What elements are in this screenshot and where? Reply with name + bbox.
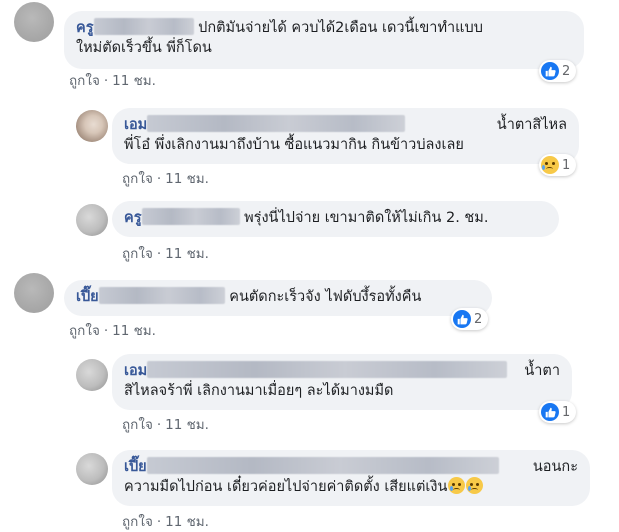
commenter-name[interactable]: เปี๊ย	[124, 457, 499, 475]
commenter-name[interactable]: ครู	[124, 208, 240, 226]
comment-bubble: เอม น้ำตา สิไหลจร้าพี่ เลิกงานมาเมื่อยๆ …	[112, 354, 572, 410]
comment-actions: ถูกใจ · 11 ชม.	[122, 171, 209, 187]
commenter-avatar[interactable]	[76, 110, 108, 142]
like-link[interactable]: ถูกใจ	[122, 514, 153, 530]
reaction-count[interactable]: 1	[539, 154, 577, 176]
timestamp[interactable]: 11 ชม.	[112, 323, 156, 339]
sad-reaction-icon	[541, 156, 559, 174]
timestamp[interactable]: 11 ชม.	[165, 171, 209, 187]
comment-text: พี่โอ๋ พึ่งเลิกงานมาถึงบ้าน ซื้อแนวมากิน…	[124, 137, 464, 153]
timestamp[interactable]: 11 ชม.	[112, 73, 156, 89]
comment-actions: ถูกใจ · 11 ชม.	[122, 514, 209, 530]
comment-text: น้ำตาสิไหล	[496, 117, 567, 133]
comment-text: ปกติมันจ่ายได้ ควบได้2เดือน เดวนี้เขาทำแ…	[198, 20, 483, 36]
commenter-avatar[interactable]	[14, 2, 54, 42]
comment-bubble: ครู ปกติมันจ่ายได้ ควบได้2เดือน เดวนี้เข…	[64, 11, 584, 69]
comment-text: พรุ่งนี่ไปจ่าย เขามาติดให้ไม่เกิน 2. ชม.	[244, 210, 489, 226]
comment-text: คนตัดกะเร็วจัง ไฟดับงึ้รอทั้งคืน	[229, 289, 422, 305]
comment-actions: ถูกใจ · 11 ชม.	[122, 246, 209, 262]
reaction-count[interactable]: 1	[539, 401, 577, 423]
like-link[interactable]: ถูกใจ	[122, 417, 153, 433]
commenter-name[interactable]: เปี๊ย	[76, 287, 225, 305]
timestamp[interactable]: 11 ชม.	[165, 514, 209, 530]
like-link[interactable]: ถูกใจ	[122, 171, 153, 187]
like-link[interactable]: ถูกใจ	[69, 323, 100, 339]
comment-text: ความมืดไปก่อน เดี๋ยวค่อยไปจ่ายค่าติดตั้ง…	[124, 479, 448, 495]
comment-text: ใหม่ตัดเร็วขึ้น พี่ก็โดน	[76, 40, 212, 56]
timestamp[interactable]: 11 ชม.	[165, 246, 209, 262]
comment-actions: ถูกใจ · 11 ชม.	[69, 73, 156, 89]
comment-text: นอนกะ	[532, 459, 578, 475]
like-reaction-icon	[453, 310, 471, 328]
reaction-count[interactable]: 2	[539, 60, 577, 82]
reaction-count[interactable]: 2	[451, 308, 489, 330]
comment-bubble: เอม น้ำตาสิไหล พี่โอ๋ พึ่งเลิกงานมาถึงบ้…	[112, 108, 579, 164]
sad-face-emoji-icon	[466, 477, 484, 494]
like-link[interactable]: ถูกใจ	[69, 73, 100, 89]
timestamp[interactable]: 11 ชม.	[165, 417, 209, 433]
like-reaction-icon	[541, 62, 559, 80]
commenter-name[interactable]: ครู	[76, 18, 194, 36]
comment-bubble: ครู พรุ่งนี่ไปจ่าย เขามาติดให้ไม่เกิน 2.…	[112, 201, 559, 237]
commenter-avatar[interactable]	[76, 453, 108, 485]
comment-text: สิไหลจร้าพี่ เลิกงานมาเมื่อยๆ ละได้มางมม…	[124, 383, 394, 399]
commenter-name[interactable]: เอม	[124, 361, 508, 379]
comment-bubble: เปี๊ย นอนกะ ความมืดไปก่อน เดี๋ยวค่อยไปจ่…	[112, 450, 590, 506]
commenter-avatar[interactable]	[76, 204, 108, 236]
commenter-avatar[interactable]	[76, 359, 108, 391]
comment-actions: ถูกใจ · 11 ชม.	[122, 417, 209, 433]
like-reaction-icon	[541, 403, 559, 421]
commenter-name[interactable]: เอม	[124, 115, 406, 133]
comment-actions: ถูกใจ · 11 ชม.	[69, 323, 156, 339]
commenter-avatar[interactable]	[14, 273, 54, 313]
comment-text: น้ำตา	[524, 363, 560, 379]
comment-bubble: เปี๊ย คนตัดกะเร็วจัง ไฟดับงึ้รอทั้งคืน	[64, 280, 492, 316]
sad-face-emoji-icon	[448, 477, 466, 494]
like-link[interactable]: ถูกใจ	[122, 246, 153, 262]
